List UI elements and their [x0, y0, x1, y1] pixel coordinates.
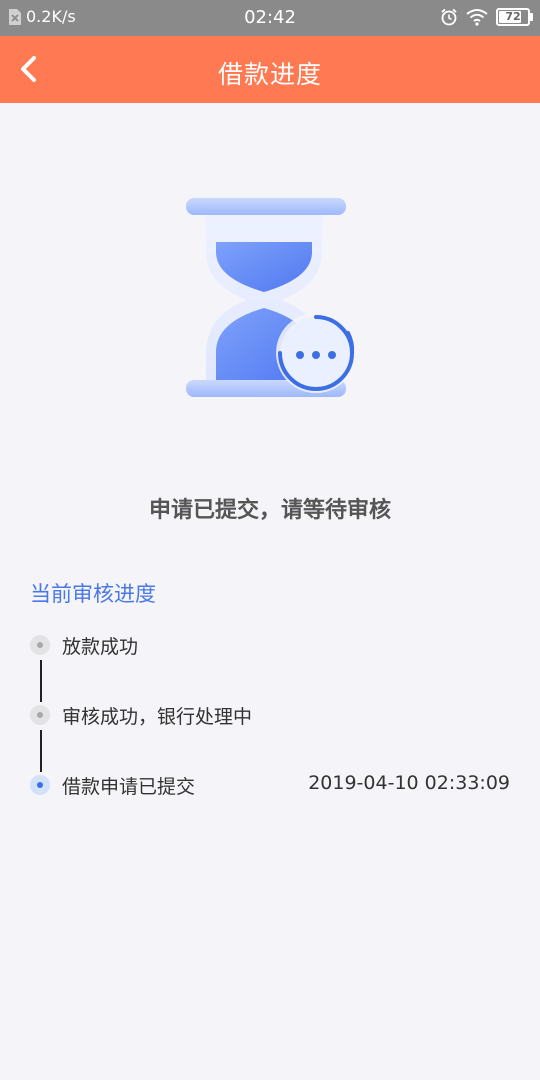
battery-level: 72: [505, 10, 521, 23]
wifi-icon: [466, 9, 488, 26]
alarm-icon: [441, 8, 457, 26]
battery-icon: 72: [496, 8, 533, 26]
status-message: 申请已提交，请等待审核: [148, 498, 391, 523]
status-right: 72: [440, 8, 533, 26]
nav-bar: 借款进度: [0, 36, 540, 103]
step-label: 审核成功，银行处理中: [62, 706, 253, 728]
step-dot: [30, 635, 50, 655]
step-connector: [40, 660, 42, 702]
progress-title: 当前审核进度: [30, 582, 156, 606]
step-label: 放款成功: [62, 636, 139, 658]
hourglass-icon: [186, 198, 356, 397]
step-time: 2019-04-10 02:33:09: [308, 772, 510, 794]
step-connector: [40, 730, 42, 772]
step-item: 放款成功: [30, 630, 510, 660]
step-label: 借款申请已提交: [62, 776, 196, 798]
step-item: 审核成功，银行处理中: [30, 700, 510, 730]
step-item-current: 借款申请已提交 2019-04-10 02:33:09: [30, 770, 510, 800]
step-dot-active: [30, 775, 50, 795]
status-bar: 0.2K/s 02:42 72: [0, 0, 540, 36]
step-dot: [30, 705, 50, 725]
page-title: 借款进度: [217, 60, 322, 89]
